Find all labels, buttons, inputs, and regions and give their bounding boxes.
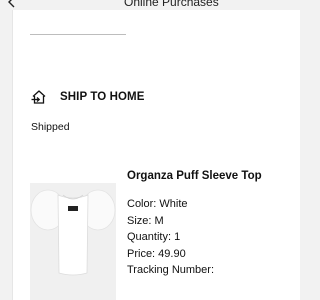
section-divider bbox=[30, 34, 126, 35]
product-quantity: Quantity: 1 bbox=[127, 231, 181, 244]
top-bar: Online Purchases bbox=[0, 0, 300, 10]
product-details: Color: White Size: M Quantity: 1 Price: … bbox=[127, 196, 214, 279]
product-color: Color: White bbox=[127, 198, 188, 210]
ship-to-home-icon bbox=[31, 90, 46, 104]
product-name[interactable]: Organza Puff Sleeve Top bbox=[127, 170, 262, 182]
product-price: Price: 49.90 bbox=[127, 247, 186, 260]
product-image[interactable] bbox=[30, 183, 116, 300]
shipping-method-label: SHIP TO HOME bbox=[60, 91, 145, 103]
product-size: Size: M bbox=[127, 214, 164, 227]
back-arrow-icon[interactable] bbox=[6, 0, 18, 8]
order-status: Shipped bbox=[31, 121, 70, 133]
shipping-method-row: SHIP TO HOME bbox=[30, 88, 145, 106]
tracking-number-label: Tracking Number: bbox=[127, 264, 215, 277]
online-purchases-screen: Online Purchases SHIP TO HOME Shipped Or… bbox=[0, 0, 300, 300]
page-title: Online Purchases bbox=[124, 0, 219, 9]
puff-sleeve-top-illustration bbox=[30, 189, 116, 276]
